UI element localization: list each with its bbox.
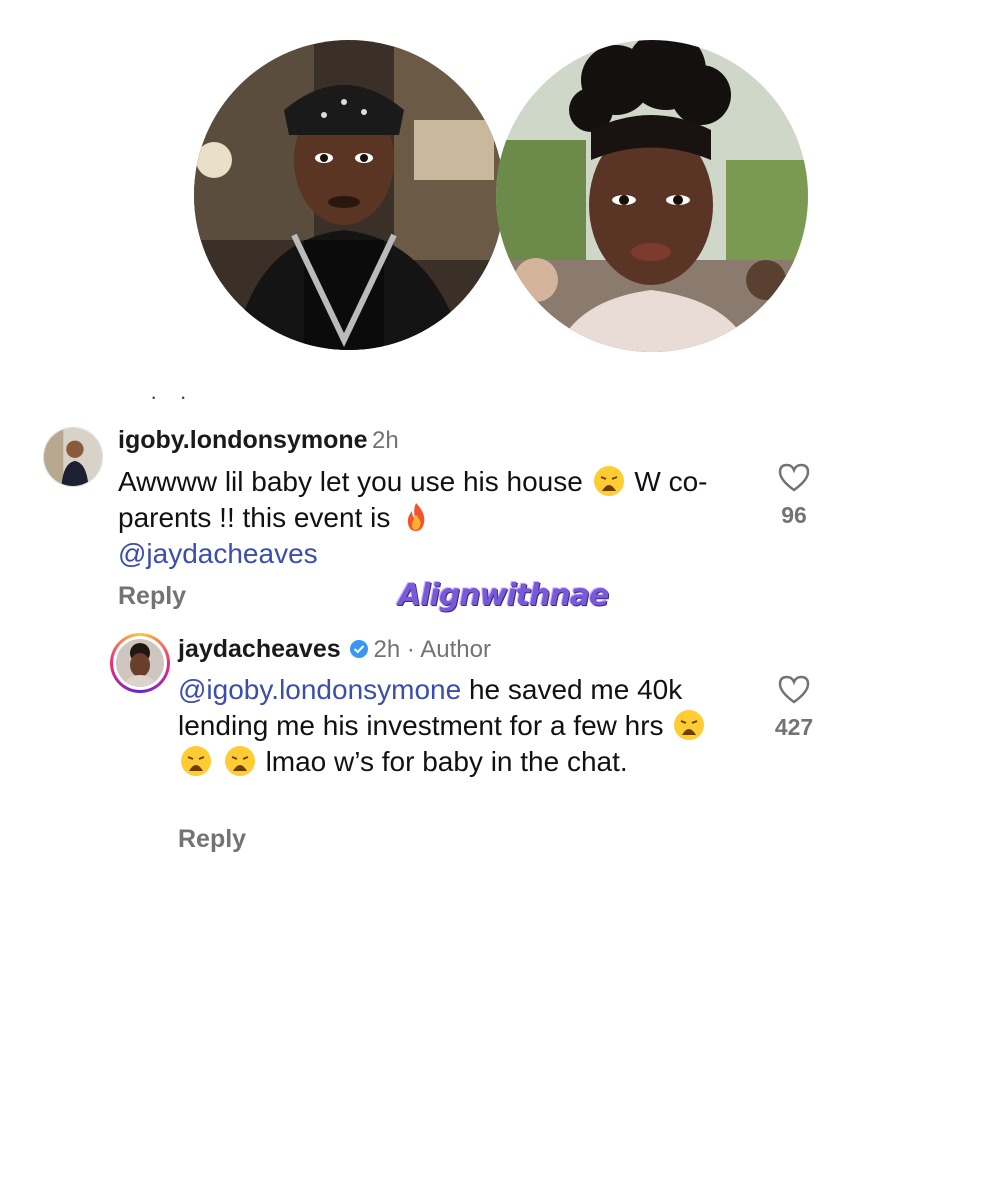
comment-header: jaydacheaves 2h · Author [178, 635, 491, 664]
comment-time: 2h · Author [373, 636, 491, 663]
like-control: 427 [754, 674, 834, 741]
author-avatar[interactable] [110, 633, 170, 693]
weary-face-emoji [180, 745, 212, 777]
like-count: 96 [781, 502, 807, 528]
comment-username[interactable]: jaydacheaves [178, 635, 341, 663]
heart-outline-icon[interactable] [777, 462, 811, 492]
weary-face-emoji [673, 709, 705, 741]
heart-outline-icon[interactable] [777, 674, 811, 704]
mention-link[interactable]: @igoby.londonsymone [178, 674, 461, 705]
comment-text: Awwww lil baby let you use his house [118, 466, 583, 497]
comment-header: igoby.londonsymone 2h [118, 426, 399, 455]
weary-face-emoji [593, 465, 625, 497]
reply-button[interactable]: Reply [118, 582, 186, 611]
comment-body: @igoby.londonsymone he saved me 40k lend… [178, 672, 738, 780]
comment-body: Awwww lil baby let you use his house W c… [118, 464, 738, 572]
ellipsis-dots: · · [150, 384, 195, 409]
commenter-avatar[interactable] [43, 427, 103, 487]
reply-button[interactable]: Reply [178, 825, 246, 854]
comment-text: lmao w’s for baby in the chat. [265, 746, 628, 777]
verified-badge-icon [349, 639, 369, 659]
comment-username[interactable]: igoby.londonsymone [118, 426, 368, 454]
weary-face-emoji [224, 745, 256, 777]
photo-man-bandana [194, 40, 504, 350]
mention-link[interactable]: @jaydacheaves [118, 538, 318, 569]
photo-woman-curly-hair [496, 40, 808, 352]
watermark-text: Alignwithnae [398, 578, 609, 613]
comment-time: 2h [372, 427, 399, 454]
like-control: 96 [754, 462, 834, 529]
fire-emoji [400, 501, 432, 533]
like-count: 427 [774, 714, 814, 740]
